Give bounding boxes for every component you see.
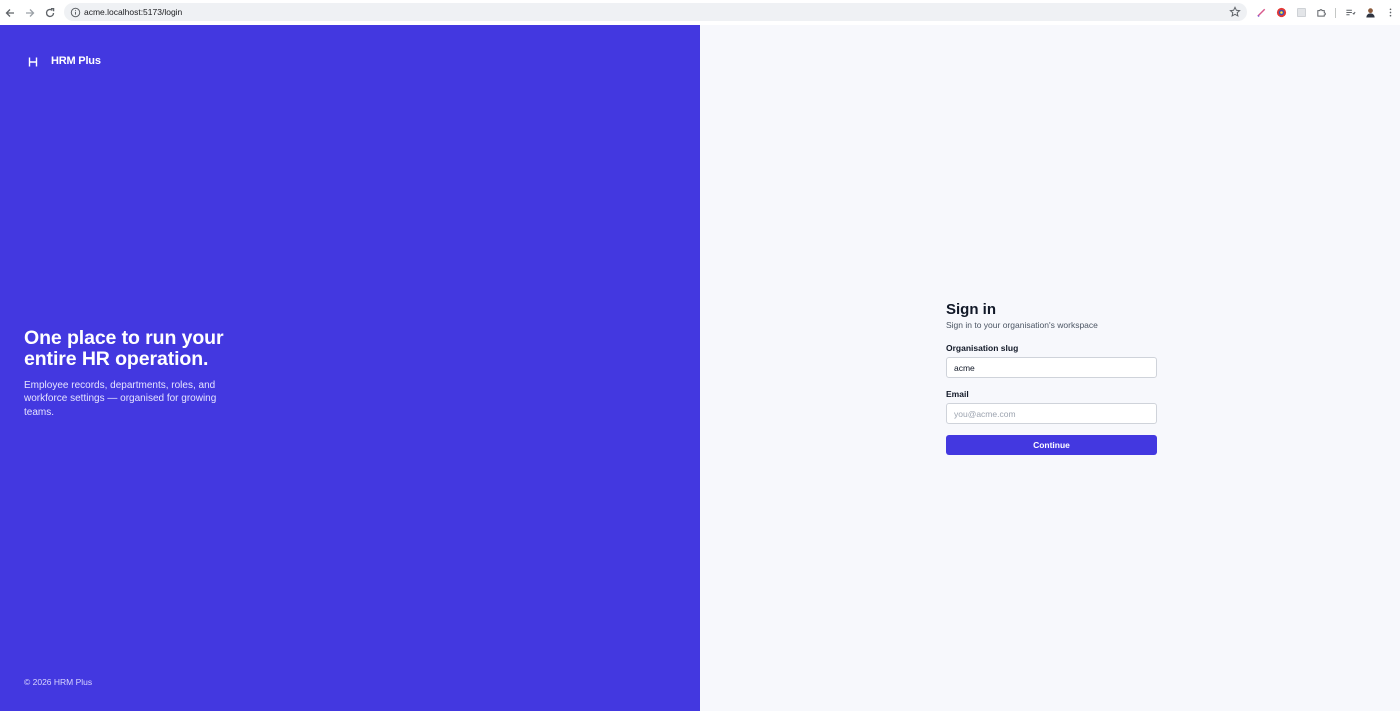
hero-subtitle: Employee records, departments, roles, an… (24, 380, 217, 418)
color-extension-icon[interactable] (1271, 3, 1291, 23)
logo-h-icon (27, 55, 39, 67)
org-slug-label: Organisation slug (946, 343, 1019, 353)
nav-buttons (0, 3, 60, 23)
site-info-icon[interactable] (66, 3, 84, 21)
reading-list-icon[interactable] (1340, 3, 1360, 23)
form-subtitle: Sign in to your organisation's workspace (946, 320, 1098, 330)
kebab-menu-icon[interactable] (1380, 3, 1400, 23)
profile-avatar-icon[interactable] (1360, 3, 1380, 23)
continue-button[interactable]: Continue (946, 435, 1157, 455)
brand-logo: HRM Plus (27, 55, 101, 67)
email-input[interactable] (946, 403, 1157, 424)
form-title: Sign in (946, 301, 996, 318)
email-label: Email (946, 389, 969, 399)
pen-extension-icon[interactable] (1251, 3, 1271, 23)
brand-panel: HRM Plus One place to run your entire HR… (0, 25, 700, 711)
extensions-area (1251, 0, 1400, 25)
toolbar-separator (1335, 7, 1336, 18)
puzzle-icon[interactable] (1311, 3, 1331, 23)
brand-name: HRM Plus (51, 55, 101, 67)
sign-in-form: Sign in Sign in to your organisation's w… (946, 301, 1157, 455)
back-arrow-icon[interactable] (0, 3, 20, 23)
browser-toolbar: acme.localhost:5173/login (0, 0, 1400, 25)
sign-in-panel: Sign in Sign in to your organisation's w… (700, 25, 1400, 711)
extension-icon[interactable] (1291, 3, 1311, 23)
bookmark-star-icon[interactable] (1229, 6, 1241, 18)
address-bar[interactable]: acme.localhost:5173/login (64, 3, 1247, 21)
copyright-text: © 2026 HRM Plus (24, 677, 93, 687)
org-slug-input[interactable] (946, 357, 1157, 378)
reload-icon[interactable] (40, 3, 60, 23)
url-text[interactable]: acme.localhost:5173/login (84, 7, 182, 17)
hero-title: One place to run your entire HR operatio… (24, 327, 224, 370)
forward-arrow-icon[interactable] (20, 3, 40, 23)
